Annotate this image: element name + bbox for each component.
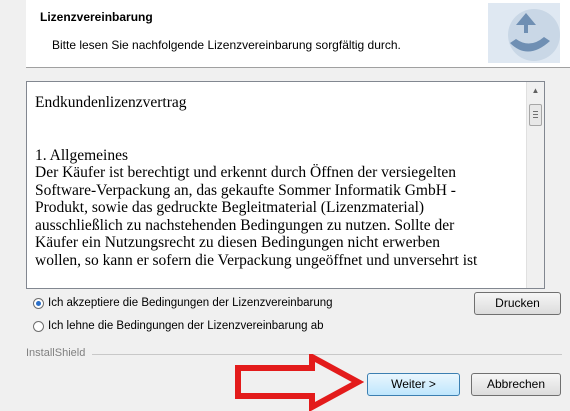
thumb-grip bbox=[533, 117, 538, 118]
decline-option[interactable]: Ich lehne die Bedingungen der Lizenzvere… bbox=[33, 320, 324, 332]
license-heading: Endkundenlizenzvertrag bbox=[35, 94, 187, 111]
next-button[interactable]: Weiter > bbox=[367, 373, 460, 396]
decline-label[interactable]: Ich lehne die Bedingungen der Lizenzvere… bbox=[48, 320, 324, 332]
license-line: Produkt, sowie das gedruckte Begleitmate… bbox=[35, 199, 425, 216]
print-button[interactable]: Drucken bbox=[474, 292, 561, 315]
scroll-thumb[interactable] bbox=[529, 104, 542, 126]
license-line: ausschließlich zu nachstehenden Bedingun… bbox=[35, 216, 455, 234]
page-title: Lizenzvereinbarung bbox=[40, 10, 153, 24]
dialog-header: Lizenzvereinbarung Bitte lesen Sie nachf… bbox=[26, 0, 570, 68]
vertical-scrollbar[interactable]: ▲ bbox=[526, 82, 544, 288]
thumb-grip bbox=[533, 111, 538, 112]
red-arrow-annotation bbox=[235, 354, 364, 411]
license-text-box[interactable]: Endkundenlizenzvertrag 1. Allgemeines De… bbox=[26, 81, 545, 289]
license-line: Käufer ein Nutzungsrecht zu diesen Bedin… bbox=[35, 234, 441, 251]
installshield-label: InstallShield bbox=[26, 347, 86, 359]
license-line: Der Käufer ist berechtigt und erkennt du… bbox=[35, 164, 457, 181]
cancel-button[interactable]: Abbrechen bbox=[471, 373, 561, 396]
thumb-grip bbox=[533, 114, 538, 115]
license-line: Software-Verpackung an, das gekaufte Som… bbox=[35, 181, 456, 199]
license-gap bbox=[35, 112, 517, 147]
license-text: Endkundenlizenzvertrag 1. Allgemeines De… bbox=[35, 94, 517, 269]
decline-radio[interactable] bbox=[33, 320, 44, 332]
page-subtitle: Bitte lesen Sie nachfolgende Lizenzverei… bbox=[52, 38, 401, 52]
accept-radio[interactable] bbox=[33, 297, 44, 309]
license-section-title: 1. Allgemeines bbox=[35, 146, 128, 164]
license-line: wollen, so kann er sofern die Verpackung… bbox=[35, 251, 478, 269]
scroll-up-icon[interactable]: ▲ bbox=[527, 82, 544, 99]
accept-option[interactable]: Ich akzeptiere die Bedingungen der Lizen… bbox=[33, 297, 333, 309]
installshield-logo-icon bbox=[488, 3, 560, 63]
accept-label[interactable]: Ich akzeptiere die Bedingungen der Lizen… bbox=[48, 297, 333, 309]
